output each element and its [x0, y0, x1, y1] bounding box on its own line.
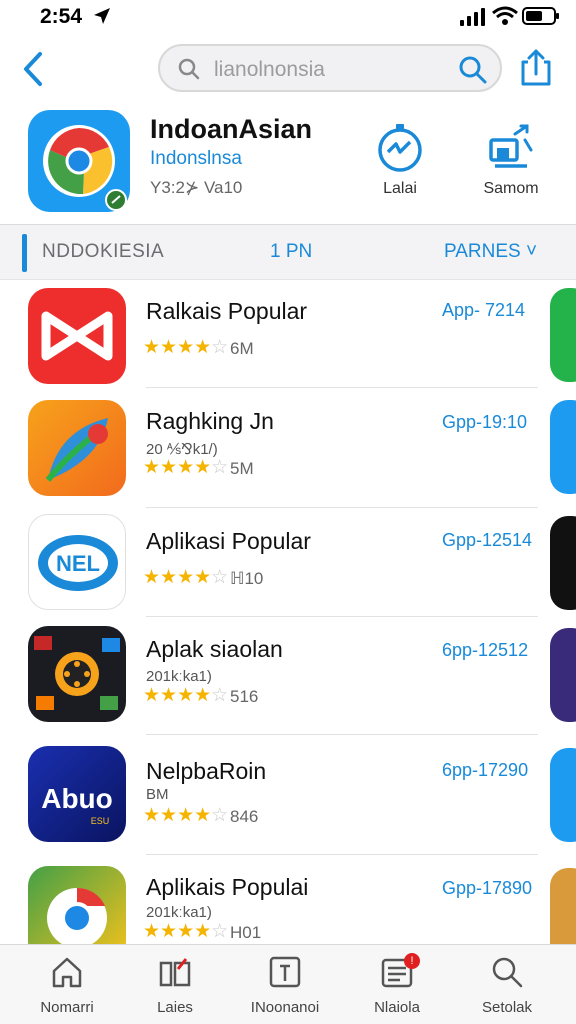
list-item[interactable]: Ralkais Popular ★★★★☆ 6M App- 7214	[0, 284, 576, 402]
app-icon-film	[28, 626, 126, 722]
app-name: Aplikasi Popular	[146, 528, 311, 554]
row-divider	[146, 507, 538, 508]
app-meta: Y3:2⊁ Va10	[150, 178, 243, 197]
row-divider	[146, 854, 538, 855]
tab-apps[interactable]: Laies	[130, 955, 220, 1016]
list-item[interactable]: NEL Aplikasi Popular ★★★★☆ ℍ10 Gpp-12514	[0, 512, 576, 630]
app-code: App- 7214	[442, 300, 526, 320]
app-subtitle: 201kːka1)	[146, 904, 212, 921]
status-time: 2:54	[40, 5, 83, 28]
peek-app-icon[interactable]	[550, 288, 576, 382]
tab-label: Nlaiola	[374, 999, 420, 1016]
app-size: 516	[230, 687, 259, 706]
row-divider	[146, 387, 538, 388]
action-samom-label: Samom	[483, 180, 539, 197]
share-icon[interactable]	[518, 48, 554, 88]
tab-bar: Nomarri Laies INoonanoi ! Nlaiola Setola…	[0, 944, 576, 1024]
abuo-icon-text: Abuo	[41, 783, 113, 814]
app-size: 6M	[230, 339, 254, 358]
share-chart-icon	[489, 124, 533, 168]
tab-info[interactable]: INoonanoi	[240, 955, 330, 1016]
app-code: Gpp-19:10	[442, 412, 528, 432]
app-code: 6pp-17290	[442, 760, 529, 780]
rating-stars: ★★★★☆	[143, 567, 229, 588]
app-icon-nel: NEL	[28, 514, 126, 610]
app-title: IndoanAsian	[150, 114, 313, 144]
tab-label: Nomarri	[40, 999, 94, 1016]
peek-app-icon[interactable]	[550, 516, 576, 610]
location-arrow-icon	[94, 8, 110, 24]
app-name: Aplikais Populai	[146, 874, 309, 900]
rating-stars: ★★★★☆	[143, 685, 229, 706]
notification-badge: !	[404, 953, 420, 969]
tab-label: Setolak	[481, 999, 533, 1016]
app-code: 6pp-12512	[442, 640, 529, 660]
info-card-icon	[269, 956, 301, 988]
battery-icon	[522, 7, 559, 25]
search-icon	[178, 58, 200, 80]
list-item[interactable]: Abuo ESU NelpbaRoin BM ★★★★☆ 846 6pp-1729…	[0, 744, 576, 862]
abuo-icon-small-text: ESU	[91, 816, 110, 826]
app-size: H01	[230, 923, 262, 942]
tab-label: INoonanoi	[250, 999, 320, 1016]
cellular-signal-icon	[460, 8, 485, 26]
row-divider	[146, 616, 538, 617]
back-chevron-icon[interactable]	[18, 50, 48, 88]
app-size: 5M	[230, 459, 254, 478]
stopwatch-icon	[378, 124, 422, 172]
app-name: Ralkais Popular	[146, 298, 308, 324]
search-input[interactable]: lianolnonsia	[214, 58, 325, 82]
status-bar: 2:54	[0, 0, 576, 34]
app-size: ℍ10	[230, 569, 264, 588]
app-icon-bowtie	[28, 288, 126, 384]
row-divider	[146, 734, 538, 735]
peek-app-icon[interactable]	[550, 628, 576, 722]
search-icon	[492, 957, 523, 988]
app-name: Raghking Jn	[146, 408, 274, 434]
action-lalai-button[interactable]: Lalai	[370, 122, 430, 198]
tab-label: Laies	[157, 999, 193, 1016]
search-submit-icon[interactable]	[458, 55, 488, 85]
section-header: NDDOKIESIA 1 PN PARNES ˅	[0, 224, 576, 280]
app-code: Gpp-12514	[442, 530, 533, 550]
section-center-tab[interactable]: 1 PN	[270, 241, 312, 263]
tab-search[interactable]: Setolak	[462, 955, 552, 1016]
search-bar[interactable]: lianolnonsia	[158, 44, 502, 92]
peek-app-icon[interactable]	[550, 748, 576, 842]
rating-stars: ★★★★☆	[143, 337, 229, 358]
app-icon-feather	[28, 400, 126, 496]
app-subtitle: 201kːka1)	[146, 668, 212, 685]
section-marker	[22, 234, 27, 272]
tab-news[interactable]: ! Nlaiola	[352, 953, 442, 1016]
section-filter-dropdown[interactable]: PARNES ˅	[444, 241, 537, 263]
app-subtitle: BM	[146, 786, 169, 803]
list-item[interactable]: Raghking Jn 20 ⅍⅋k1/) ★★★★☆ 5M Gpp-19:10	[0, 400, 576, 518]
app-name: Aplak siaolan	[146, 636, 283, 662]
rating-stars: ★★★★☆	[143, 805, 229, 826]
rating-stars: ★★★★☆	[143, 921, 229, 942]
action-lalai-label: Lalai	[383, 180, 417, 197]
app-icon-abuo: Abuo ESU	[28, 746, 126, 842]
rating-stars: ★★★★☆	[143, 457, 229, 478]
peek-app-icon[interactable]	[550, 400, 576, 494]
app-subtitle[interactable]: Indonslnsa	[150, 148, 242, 170]
wifi-icon	[492, 6, 518, 25]
section-title: NDDOKIESIA	[42, 241, 165, 262]
list-item[interactable]: Aplak siaolan 201kːka1) ★★★★☆ 516 6pp-12…	[0, 624, 576, 742]
app-size: 846	[230, 807, 259, 826]
action-samom-button[interactable]: Samom	[478, 122, 544, 198]
app-code: Gpp-17890	[442, 878, 533, 898]
app-name: NelpbaRoin	[146, 758, 267, 784]
featured-app-icon[interactable]	[28, 110, 130, 212]
home-icon	[52, 957, 82, 988]
nel-icon-text: NEL	[56, 551, 100, 576]
apps-icon	[159, 958, 191, 987]
tab-home[interactable]: Nomarri	[22, 955, 112, 1016]
chrome-logo-icon	[43, 125, 127, 211]
